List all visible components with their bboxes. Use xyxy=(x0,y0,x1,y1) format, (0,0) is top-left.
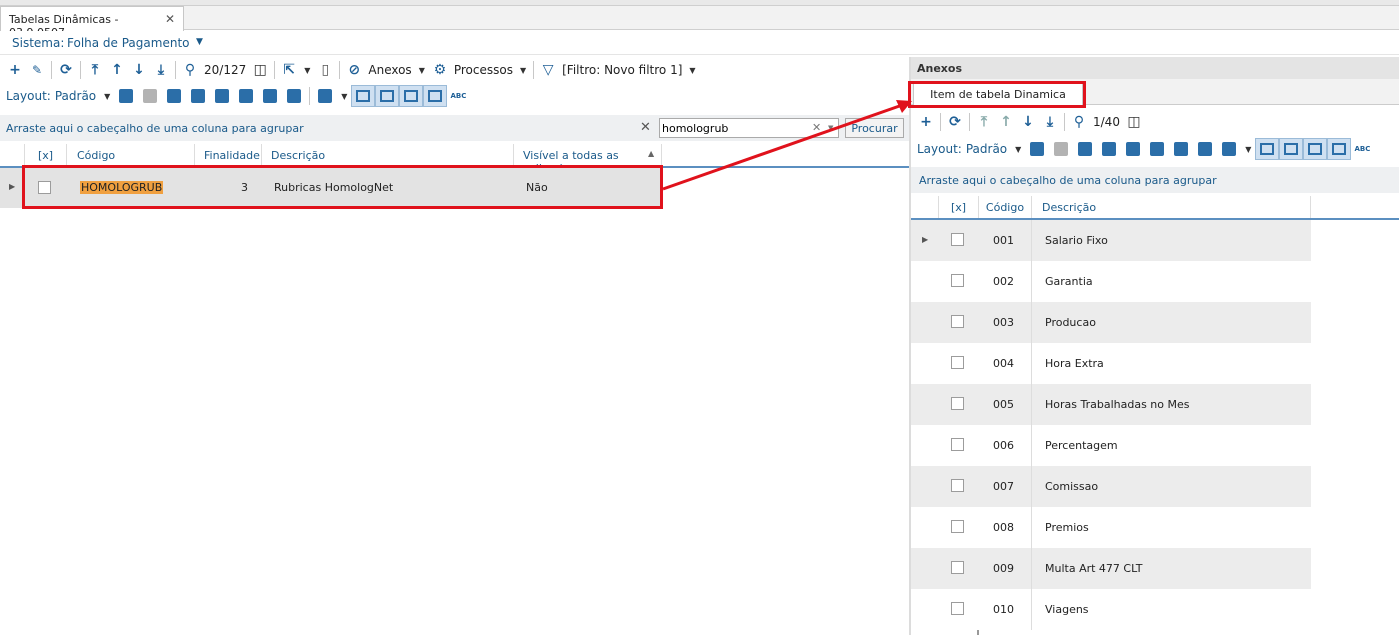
annotation-arrow xyxy=(662,100,912,191)
arrow-line xyxy=(662,101,909,191)
